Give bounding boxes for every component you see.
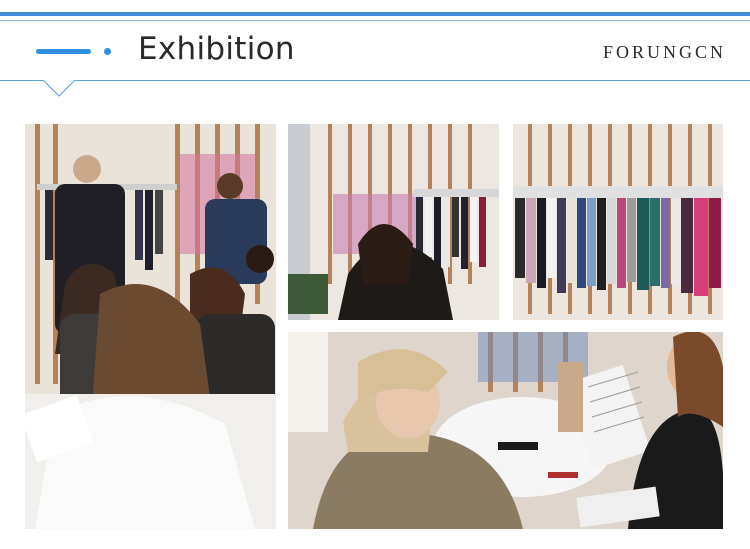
- header-notch-pointer: [43, 80, 75, 97]
- header-top-rule: [0, 12, 750, 16]
- title-dot-decoration: [104, 48, 111, 55]
- brand-logo-text: FORUNGCN: [602, 42, 726, 62]
- header-bottom-rule: [0, 80, 750, 81]
- exhibition-photo-1: [25, 124, 276, 529]
- exhibition-photo-2: [288, 124, 499, 320]
- exhibition-photo-3: [513, 124, 723, 320]
- page-title: Exhibition: [138, 31, 295, 67]
- title-dash-decoration: [36, 49, 91, 54]
- exhibition-photo-4: [288, 332, 723, 529]
